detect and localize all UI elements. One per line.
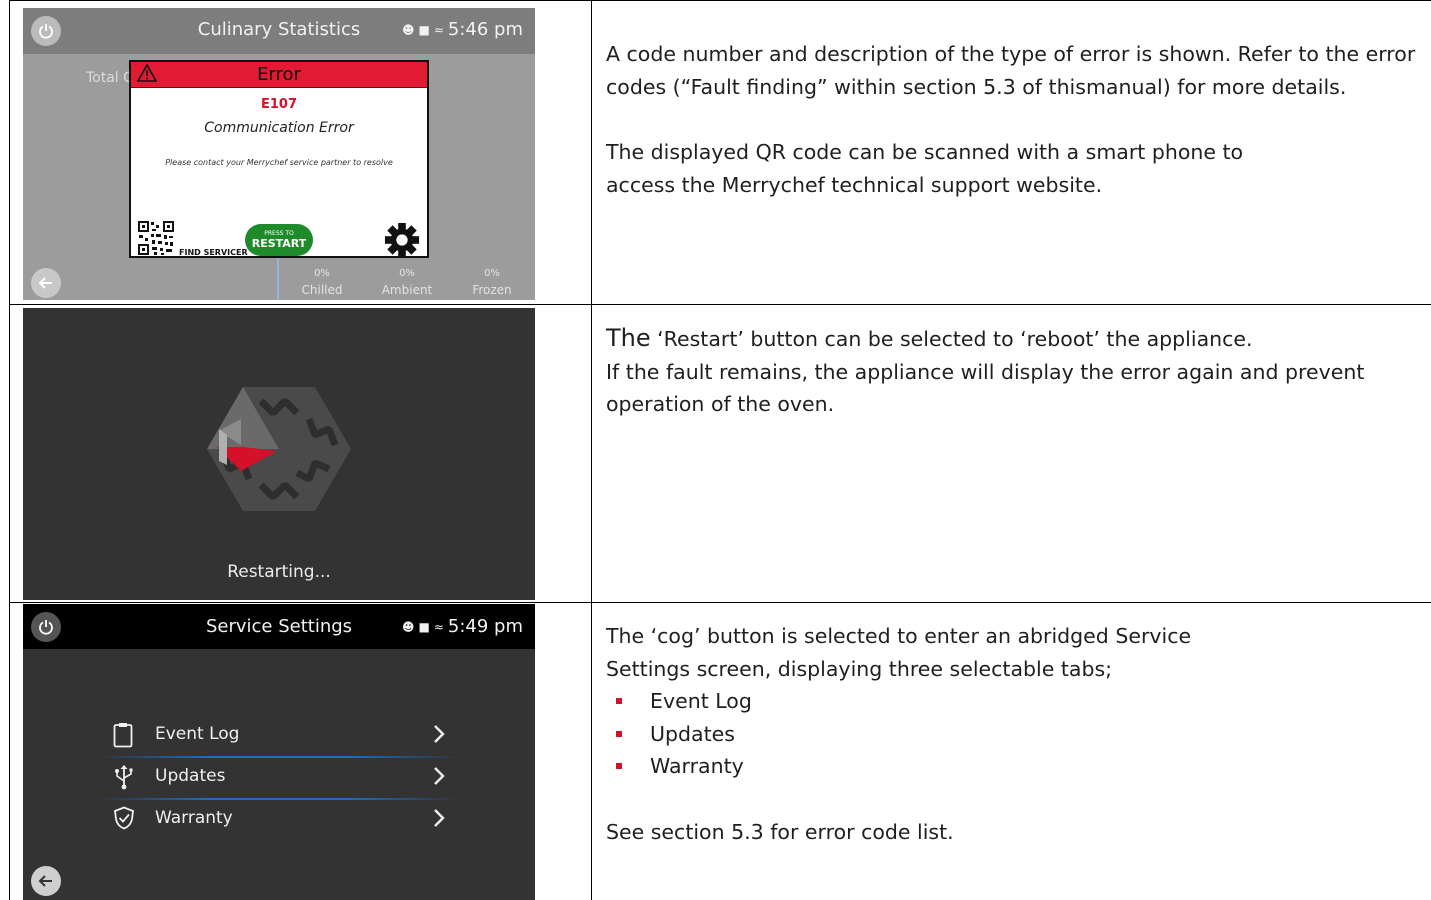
gear-icon[interactable] [383,222,421,258]
menu-item-updates[interactable]: Updates [99,756,459,798]
restarting-text: Restarting... [227,562,331,582]
stat-label: Ambient [381,283,433,297]
clock-time: 5:46 pm [447,19,523,40]
lead-rest: ‘Restart’ button can be selected to ‘reb… [650,327,1253,351]
table-border-middle [591,0,592,900]
clock-time: 5:49 pm [447,616,523,637]
error-code: E107 [260,97,298,112]
error-description: Communication Error [204,120,354,136]
back-arrow-icon [38,875,52,887]
description-paragraph: The ‘Restart’ button can be selected to … [606,322,1426,356]
error-dialog: Error E107 Communication Error Please co… [129,60,429,258]
merrychef-logo [207,387,351,511]
description-restart: The ‘Restart’ button can be selected to … [606,322,1426,421]
menu-item-label: Updates [155,766,226,786]
description-paragraph: The ‘cog’ button is selected to enter an… [606,624,1192,681]
menu-item-warranty[interactable]: Warranty [99,798,459,840]
find-servicer-label: FIND SERVICER [179,248,248,257]
stat-chilled: 0% Chilled [287,266,357,298]
back-button[interactable] [31,268,61,298]
wifi-icon: ≈ [433,22,444,37]
stat-label: Frozen [472,283,512,297]
menu-item-event-log[interactable]: Event Log [99,714,459,756]
stat-percent: 0% [399,268,415,279]
table-row-divider-1 [9,304,1431,305]
shield-check-icon [114,806,134,830]
warning-icon [137,64,157,82]
stat-ambient: 0% Ambient [372,266,442,298]
stat-frozen: 0% Frozen [457,266,527,298]
stat-divider [277,258,279,300]
menu-item-label: Warranty [155,808,233,828]
lock-icon: ■ [418,22,430,37]
restart-button[interactable]: PRESS TO RESTART [245,224,313,256]
usb-icon [115,765,133,790]
table-row-divider-2 [9,602,1431,603]
service-settings-screen: Service Settings ☻ ■ ≈ 5:49 pm Event Log [23,604,535,900]
chevron-right-icon [434,725,445,743]
table-border-left [9,0,10,900]
back-arrow-icon [38,277,52,289]
top-bar: Culinary Statistics ☻ ■ ≈ 5:46 pm [23,8,535,54]
chevron-right-icon [434,767,445,785]
clipboard-icon [113,723,133,748]
tab-list-item: Event Log [606,685,1426,718]
dialog-title: Error [257,64,301,85]
description-paragraph: A code number and description of the typ… [606,42,1416,99]
tab-list-item: Warranty [606,750,1426,783]
tab-list-item: Updates [606,718,1426,751]
wifi-icon: ≈ [433,619,444,634]
back-button[interactable] [31,866,61,896]
user-icon: ☻ [401,619,415,634]
lock-icon: ■ [418,619,430,634]
description-paragraph: The displayed QR code can be scanned wit… [606,140,1244,197]
menu-item-label: Event Log [155,724,240,744]
tab-list: Event Log Updates Warranty [606,685,1426,783]
restarting-screen: Restarting... [23,308,535,600]
table-border-top [9,0,1431,1]
status-area: ☻ ■ ≈ 5:46 pm [402,19,523,40]
stat-percent: 0% [484,268,500,279]
status-area: ☻ ■ ≈ 5:49 pm [402,616,523,637]
user-icon: ☻ [401,22,415,37]
stat-label: Chilled [301,283,343,297]
error-hint: Please contact your Merrychef service pa… [165,158,393,167]
description-paragraph: See section 5.3 for error code list. [606,819,954,844]
stat-percent: 0% [314,268,330,279]
description-service-settings: The ‘cog’ button is selected to enter an… [606,620,1426,848]
qr-code-icon[interactable] [137,220,175,256]
totals-label: Total C [86,70,133,86]
top-bar: Service Settings ☻ ■ ≈ 5:49 pm [23,604,535,649]
restart-label: RESTART [251,237,307,250]
description-paragraph: If the fault remains, the appliance will… [606,359,1365,417]
chevron-right-icon [434,809,445,827]
description-error-screen: A code number and description of the typ… [606,38,1426,201]
dialog-header: Error [131,62,427,88]
error-screen: Culinary Statistics ☻ ■ ≈ 5:46 pm Total … [23,8,535,300]
lead-word: The [606,324,651,352]
